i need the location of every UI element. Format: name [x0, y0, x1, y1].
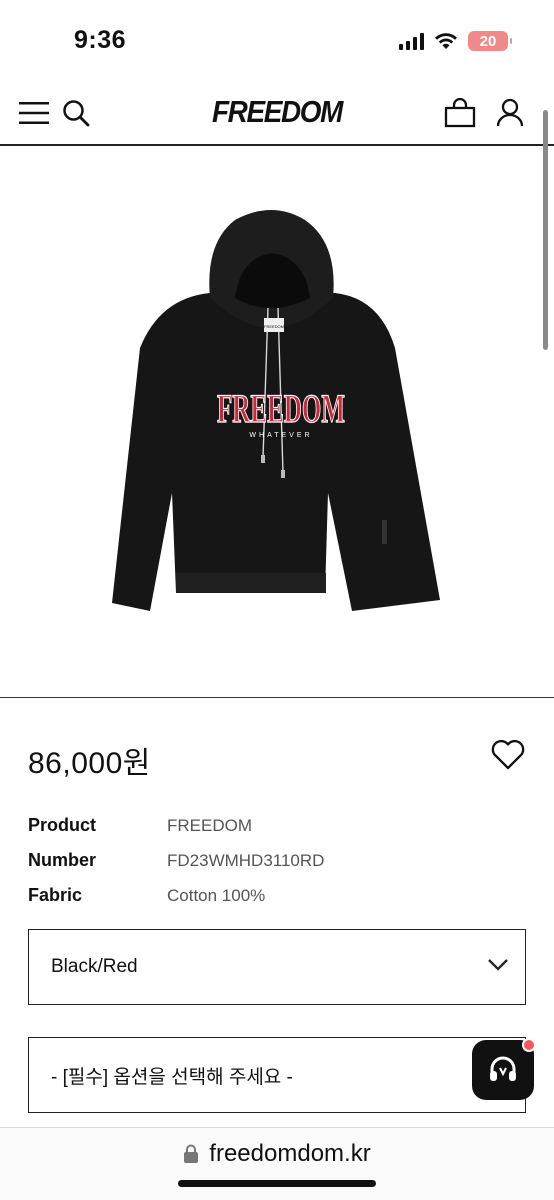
garment-label: FREEDOM: [264, 324, 284, 329]
info-label: Number: [28, 850, 97, 870]
info-label: Fabric: [28, 885, 83, 905]
home-indicator[interactable]: [178, 1180, 376, 1187]
color-select-value: Black/Red: [51, 956, 138, 977]
chat-support-button[interactable]: [472, 1038, 536, 1100]
info-row-number: Number FD23WMHD3110RD: [28, 843, 324, 878]
chevron-down-icon: [488, 959, 508, 971]
product-info-table: Product FREEDOM Number FD23WMHD3110RD Fa…: [28, 808, 324, 913]
option-select[interactable]: - [필수] 옵션을 선택해 주세요 -: [28, 1037, 526, 1113]
user-icon[interactable]: [494, 97, 526, 129]
chest-print: FREEDOM: [217, 386, 345, 431]
signal-icon: [399, 32, 424, 50]
notification-dot: [522, 1038, 536, 1052]
info-value: Cotton 100%: [167, 885, 266, 905]
status-bar: 9:36 20: [0, 0, 554, 80]
battery-level: 20: [479, 32, 497, 50]
info-value: FREEDOM: [167, 815, 252, 835]
info-label: Product: [28, 815, 97, 835]
chest-subprint: WHATEVER: [249, 432, 312, 439]
wifi-icon: [435, 33, 457, 49]
battery-icon: 20: [468, 31, 512, 51]
product-price: 86,000원: [28, 747, 151, 780]
status-time: 9:36: [74, 26, 127, 54]
headset-icon: [490, 1056, 516, 1081]
site-header: FREEDOM: [0, 80, 554, 146]
status-icons: 20: [399, 31, 512, 51]
url-text[interactable]: freedomdom.kr: [209, 1140, 370, 1168]
option-select-placeholder: - [필수] 옵션을 선택해 주세요 -: [51, 1066, 293, 1088]
hoodie-image: FREEDOM FREEDOM WHATEVER: [112, 209, 440, 611]
shopping-bag-icon[interactable]: [444, 97, 476, 129]
info-row-product: Product FREEDOM: [28, 808, 324, 843]
info-value: FD23WMHD3110RD: [167, 850, 325, 870]
color-select[interactable]: Black/Red: [28, 929, 526, 1005]
info-row-fabric: Fabric Cotton 100%: [28, 878, 324, 913]
browser-url-bar[interactable]: freedomdom.kr: [0, 1127, 554, 1200]
heart-icon[interactable]: [490, 736, 526, 772]
lock-icon: [184, 1144, 199, 1163]
product-image: FREEDOM FREEDOM WHATEVER: [0, 148, 554, 698]
